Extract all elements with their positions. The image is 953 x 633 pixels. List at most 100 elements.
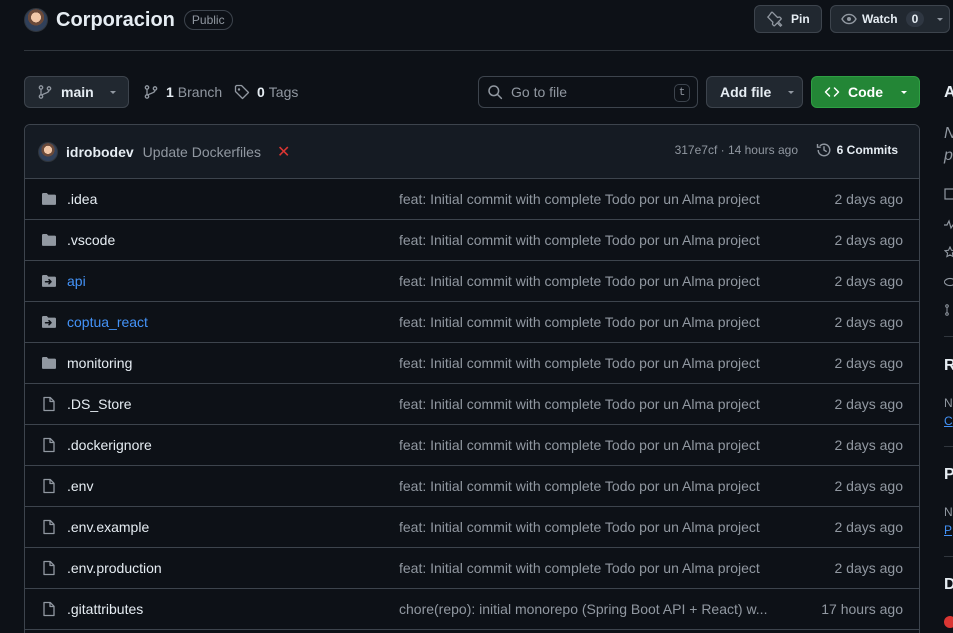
file-date: 2 days ago [834, 478, 904, 494]
ci-failed-icon[interactable]: ✕ [277, 142, 290, 162]
file-row[interactable]: .dockerignore feat: Initial commit with … [25, 425, 919, 466]
latest-commit-bar: idrobodev Update Dockerfiles ✕ 317e7cf ·… [25, 125, 919, 179]
file-name[interactable]: .idea [67, 191, 97, 207]
file-name[interactable]: monitoring [67, 355, 132, 371]
tags-link[interactable]: 0 Tags [234, 76, 298, 108]
activity-icon[interactable] [944, 218, 953, 230]
file-row[interactable]: coptua_react feat: Initial commit with c… [25, 302, 919, 343]
sidebar-divider [944, 556, 953, 557]
tag-count: 0 [257, 84, 265, 100]
releases-empty-text: N [944, 396, 953, 410]
file-commit-message[interactable]: feat: Initial commit with complete Todo … [399, 232, 789, 248]
file-date: 2 days ago [834, 355, 904, 371]
file-commit-message[interactable]: feat: Initial commit with complete Todo … [399, 355, 789, 371]
file-name[interactable]: .env [67, 478, 93, 494]
file-row[interactable]: .idea feat: Initial commit with complete… [25, 179, 919, 220]
file-name[interactable]: .gitattributes [67, 601, 143, 617]
file-commit-message[interactable]: feat: Initial commit with complete Todo … [399, 560, 789, 576]
star-icon[interactable] [944, 246, 953, 258]
file-name[interactable]: .env.production [67, 560, 162, 576]
branch-icon [38, 85, 52, 99]
repo-header: Corporacion Public [24, 6, 233, 34]
file-row[interactable]: .env.production feat: Initial commit wit… [25, 548, 919, 589]
author-avatar[interactable] [38, 141, 58, 162]
branches-link[interactable]: 1 Branch [143, 76, 222, 108]
branch-count-label: Branch [177, 84, 223, 100]
sidebar-divider [944, 446, 953, 447]
file-date: 2 days ago [834, 519, 904, 535]
file-date: 17 hours ago [821, 601, 903, 617]
header-divider [24, 50, 953, 51]
file-commit-message[interactable]: chore(repo): initial monorepo (Spring Bo… [399, 601, 789, 617]
tag-icon [234, 84, 250, 100]
folder-icon [41, 191, 57, 207]
about-description-line2: p [944, 147, 953, 164]
file-commit-message[interactable]: feat: Initial commit with complete Todo … [399, 191, 789, 207]
packages-heading[interactable]: P [944, 466, 953, 484]
folder-icon [41, 355, 57, 371]
repo-title[interactable]: Corporacion [56, 9, 175, 32]
file-icon [41, 437, 57, 453]
file-row[interactable]: monitoring feat: Initial commit with com… [25, 343, 919, 384]
file-commit-message[interactable]: feat: Initial commit with complete Todo … [399, 314, 789, 330]
file-commit-message[interactable]: feat: Initial commit with complete Todo … [399, 519, 789, 535]
file-row[interactable]: .gitattributes chore(repo): initial mono… [25, 589, 919, 630]
owner-avatar[interactable] [24, 8, 48, 32]
go-to-file-search[interactable]: t [478, 76, 698, 108]
file-row[interactable]: .vscode feat: Initial commit with comple… [25, 220, 919, 261]
tag-count-label: Tags [268, 84, 299, 100]
add-file-button[interactable]: Add file [706, 76, 803, 108]
file-commit-message[interactable]: feat: Initial commit with complete Todo … [399, 273, 789, 289]
file-name[interactable]: .dockerignore [67, 437, 152, 453]
visibility-badge: Public [183, 10, 233, 30]
branch-name: main [61, 84, 94, 100]
folder-icon [41, 232, 57, 248]
commits-label: 6 Commits [836, 143, 898, 157]
book-icon[interactable] [944, 188, 953, 200]
publish-package-link[interactable]: P [944, 523, 952, 537]
file-row[interactable]: .env feat: Initial commit with complete … [25, 466, 919, 507]
file-name[interactable]: coptua_react [67, 314, 148, 330]
pin-icon [767, 11, 783, 27]
eye-icon[interactable] [944, 276, 953, 288]
search-input[interactable] [511, 84, 661, 100]
file-name[interactable]: .vscode [67, 232, 115, 248]
commit-message[interactable]: Update Dockerfiles [143, 144, 261, 160]
file-name[interactable]: .DS_Store [67, 396, 132, 412]
create-release-link[interactable]: C [944, 414, 953, 428]
submodule-icon [41, 273, 57, 289]
file-name[interactable]: api [67, 273, 86, 289]
history-icon [816, 143, 831, 157]
file-list: .idea feat: Initial commit with complete… [25, 179, 919, 630]
fork-icon[interactable] [944, 304, 953, 316]
watch-label: Watch [862, 12, 898, 26]
watch-button[interactable]: Watch 0 [830, 5, 950, 33]
commits-link[interactable]: 6 Commits [816, 142, 898, 158]
file-icon [41, 478, 57, 494]
caret-down-icon [901, 91, 907, 94]
file-row[interactable]: .env.example feat: Initial commit with c… [25, 507, 919, 548]
file-row[interactable]: .DS_Store feat: Initial commit with comp… [25, 384, 919, 425]
add-file-label: Add file [720, 84, 772, 100]
file-date: 2 days ago [834, 314, 904, 330]
file-commit-message[interactable]: feat: Initial commit with complete Todo … [399, 396, 789, 412]
releases-heading[interactable]: R [944, 357, 953, 375]
sidebar-divider [944, 336, 953, 337]
watch-count: 0 [905, 11, 925, 27]
commit-sha-time[interactable]: 317e7cf · 14 hours ago [675, 143, 798, 157]
file-commit-message[interactable]: feat: Initial commit with complete Todo … [399, 478, 789, 494]
file-name[interactable]: .env.example [67, 519, 149, 535]
deployments-heading[interactable]: D [944, 576, 953, 594]
file-commit-message[interactable]: feat: Initial commit with complete Todo … [399, 437, 789, 453]
file-date: 2 days ago [834, 560, 904, 576]
packages-empty-text: N [944, 505, 953, 519]
caret-down-icon [788, 91, 795, 94]
file-row[interactable]: api feat: Initial commit with complete T… [25, 261, 919, 302]
commit-author[interactable]: idrobodev [66, 144, 134, 160]
pin-button[interactable]: Pin [754, 5, 822, 33]
code-button[interactable]: Code [811, 76, 920, 108]
file-browser: idrobodev Update Dockerfiles ✕ 317e7cf ·… [24, 124, 920, 633]
branch-selector[interactable]: main [24, 76, 129, 108]
file-icon [41, 560, 57, 576]
caret-down-icon [109, 91, 116, 94]
